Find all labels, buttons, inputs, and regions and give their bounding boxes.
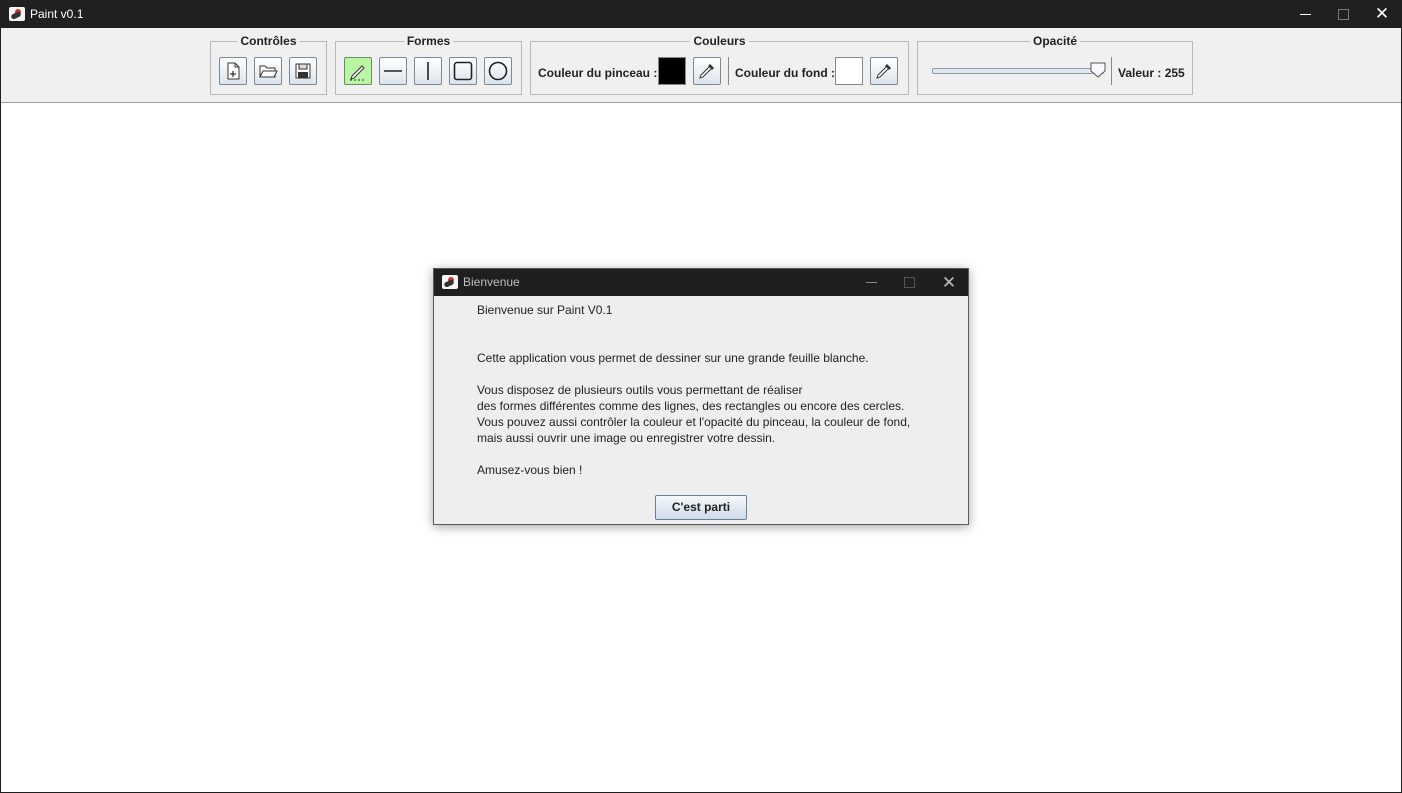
dialog-message-line: des formes différentes comme des lignes,… xyxy=(477,399,905,413)
cest-parti-button[interactable]: C'est parti xyxy=(655,495,747,520)
paint-app-icon xyxy=(9,7,25,21)
opacity-value-label: Valeur : 255 xyxy=(1118,66,1185,80)
group-couleurs-legend: Couleurs xyxy=(690,34,749,48)
toolbar: Contrôles Formes Couleurs Couleur du pin… xyxy=(1,28,1401,103)
brush-color-label: Couleur du pinceau : xyxy=(538,66,658,80)
rectangle-icon xyxy=(453,61,473,81)
dialog-title: Bienvenue xyxy=(463,275,520,289)
circle-icon xyxy=(488,61,508,81)
save-button[interactable] xyxy=(289,57,317,85)
eyedropper-icon xyxy=(699,64,714,79)
group-formes-legend: Formes xyxy=(403,34,454,48)
group-formes: Formes xyxy=(335,34,522,95)
maximize-icon xyxy=(890,269,928,296)
horizontal-line-button[interactable] xyxy=(379,57,407,85)
opacity-slider-track[interactable] xyxy=(932,68,1104,74)
rectangle-button[interactable] xyxy=(449,57,477,85)
dialog-message-line: Vous pouvez aussi contrôler la couleur e… xyxy=(477,415,911,429)
dialog-message-line: Amusez-vous bien ! xyxy=(477,463,583,477)
brush-color-swatch[interactable] xyxy=(658,57,686,85)
horizontal-line-icon xyxy=(384,70,402,72)
group-controles-legend: Contrôles xyxy=(237,34,300,48)
dialog-titlebar: Bienvenue ✕ xyxy=(434,269,968,296)
background-color-label: Couleur du fond : xyxy=(735,66,835,80)
close-icon[interactable]: ✕ xyxy=(1363,0,1401,28)
dialog-message-line: Vous disposez de plusieurs outils vous p… xyxy=(477,383,803,397)
separator xyxy=(728,57,729,85)
maximize-icon[interactable] xyxy=(1324,0,1362,28)
background-color-swatch[interactable] xyxy=(835,57,863,85)
window-title: Paint v0.1 xyxy=(30,7,84,21)
minimize-icon[interactable] xyxy=(852,269,890,296)
new-document-button[interactable] xyxy=(219,57,247,85)
circle-button[interactable] xyxy=(484,57,512,85)
open-folder-button[interactable] xyxy=(254,57,282,85)
welcome-dialog: Bienvenue ✕ Bienvenue sur Paint V0.1 Cet… xyxy=(433,268,969,525)
close-icon[interactable]: ✕ xyxy=(930,269,968,296)
group-opacite: Opacité Valeur : 255 xyxy=(917,34,1193,95)
group-opacite-legend: Opacité xyxy=(1029,34,1080,48)
paint-app-icon xyxy=(442,275,458,289)
open-folder-icon xyxy=(259,65,278,78)
vertical-line-icon xyxy=(427,62,429,80)
pencil-button[interactable] xyxy=(344,57,372,85)
vertical-line-button[interactable] xyxy=(414,57,442,85)
brush-color-picker-button[interactable] xyxy=(693,57,721,85)
dialog-message-line: mais aussi ouvrir une image ou enregistr… xyxy=(477,431,776,445)
group-couleurs: Couleurs Couleur du pinceau : Couleur du… xyxy=(530,34,909,95)
group-controles: Contrôles xyxy=(210,34,327,95)
window-titlebar: Paint v0.1 ✕ xyxy=(0,0,1402,28)
dialog-message-line: Bienvenue sur Paint V0.1 xyxy=(477,303,613,317)
save-icon xyxy=(295,63,311,79)
new-document-icon xyxy=(227,62,240,80)
opacity-slider-thumb[interactable] xyxy=(1090,62,1106,78)
dialog-message-line: Cette application vous permet de dessine… xyxy=(477,351,869,365)
pencil-icon xyxy=(350,65,366,81)
minimize-icon[interactable] xyxy=(1286,0,1324,28)
background-color-picker-button[interactable] xyxy=(870,57,898,85)
eyedropper-icon xyxy=(876,64,891,79)
separator xyxy=(1111,57,1112,85)
